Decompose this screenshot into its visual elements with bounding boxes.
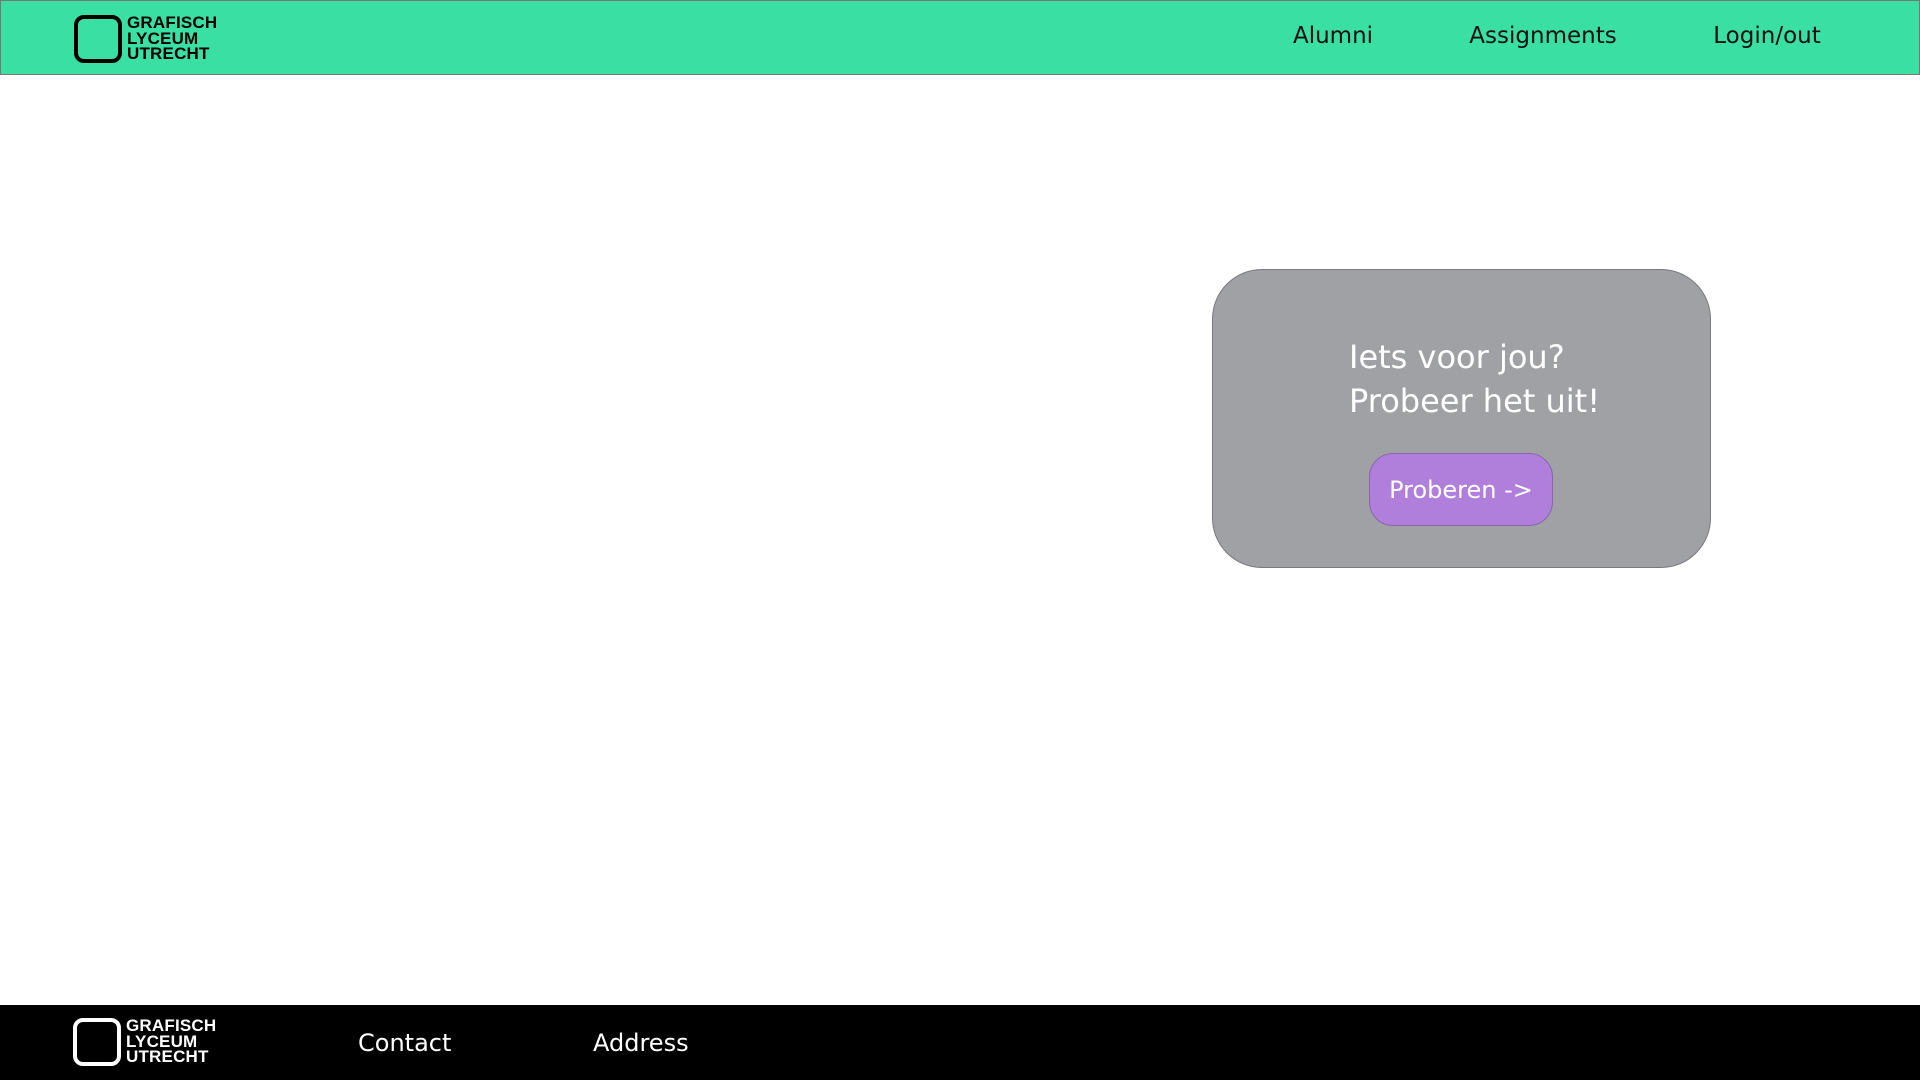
footer-logo[interactable]: GRAFISCH LYCEUM UTRECHT xyxy=(73,1017,273,1066)
logo-text: GRAFISCH LYCEUM UTRECHT xyxy=(126,1017,216,1066)
card-message: Iets voor jou? Probeer het uit! xyxy=(1349,335,1600,423)
nav-assignments[interactable]: Assignments xyxy=(1469,23,1616,49)
footer-address-link[interactable]: Address xyxy=(593,1029,689,1057)
try-it-card: Iets voor jou? Probeer het uit! Proberen… xyxy=(1212,269,1711,568)
school-logo[interactable]: GRAFISCH LYCEUM UTRECHT xyxy=(74,14,274,63)
logo-square-icon xyxy=(74,15,122,63)
card-subheading: Probeer het uit! xyxy=(1349,382,1601,420)
proberen-button[interactable]: Proberen -> xyxy=(1369,453,1553,526)
footer: GRAFISCH LYCEUM UTRECHT Contact Address xyxy=(0,1005,1920,1080)
logo-line: UTRECHT xyxy=(126,1047,209,1066)
logo-square-icon xyxy=(73,1018,121,1066)
card-heading: Iets voor jou? xyxy=(1349,338,1565,376)
nav-alumni[interactable]: Alumni xyxy=(1293,23,1373,49)
logo-line: UTRECHT xyxy=(127,44,210,63)
logo-text: GRAFISCH LYCEUM UTRECHT xyxy=(127,14,217,63)
footer-contact-link[interactable]: Contact xyxy=(358,1029,451,1057)
nav-login-logout[interactable]: Login/out xyxy=(1713,23,1820,49)
top-navbar: GRAFISCH LYCEUM UTRECHT Alumni Assignmen… xyxy=(0,0,1920,75)
